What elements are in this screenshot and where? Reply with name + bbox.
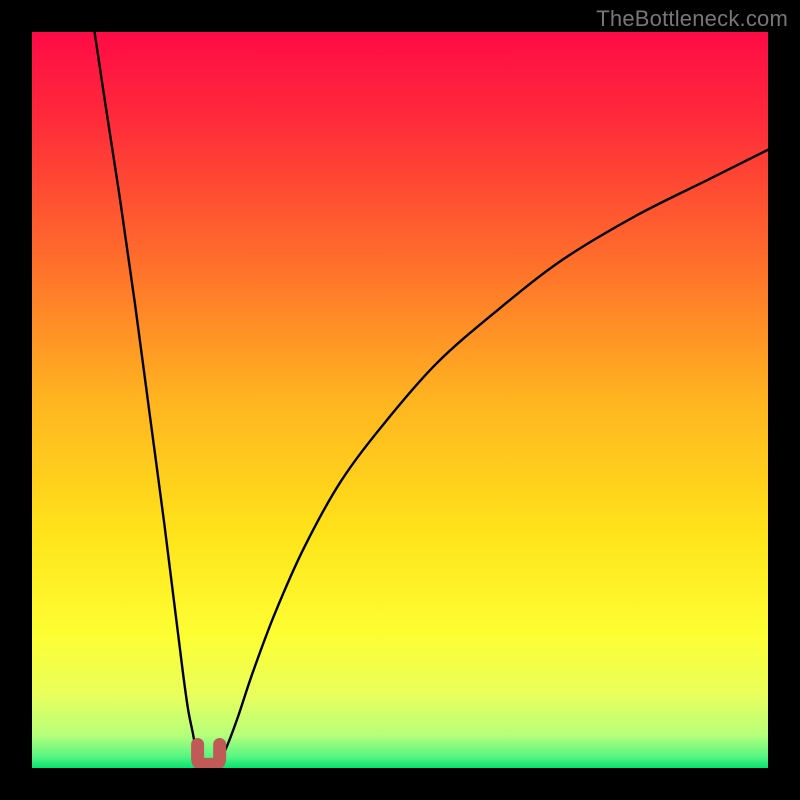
bottleneck-curve-plot [32, 32, 768, 768]
plot-frame [32, 32, 768, 768]
gradient-background [32, 32, 768, 768]
watermark-text: TheBottleneck.com [596, 6, 788, 32]
